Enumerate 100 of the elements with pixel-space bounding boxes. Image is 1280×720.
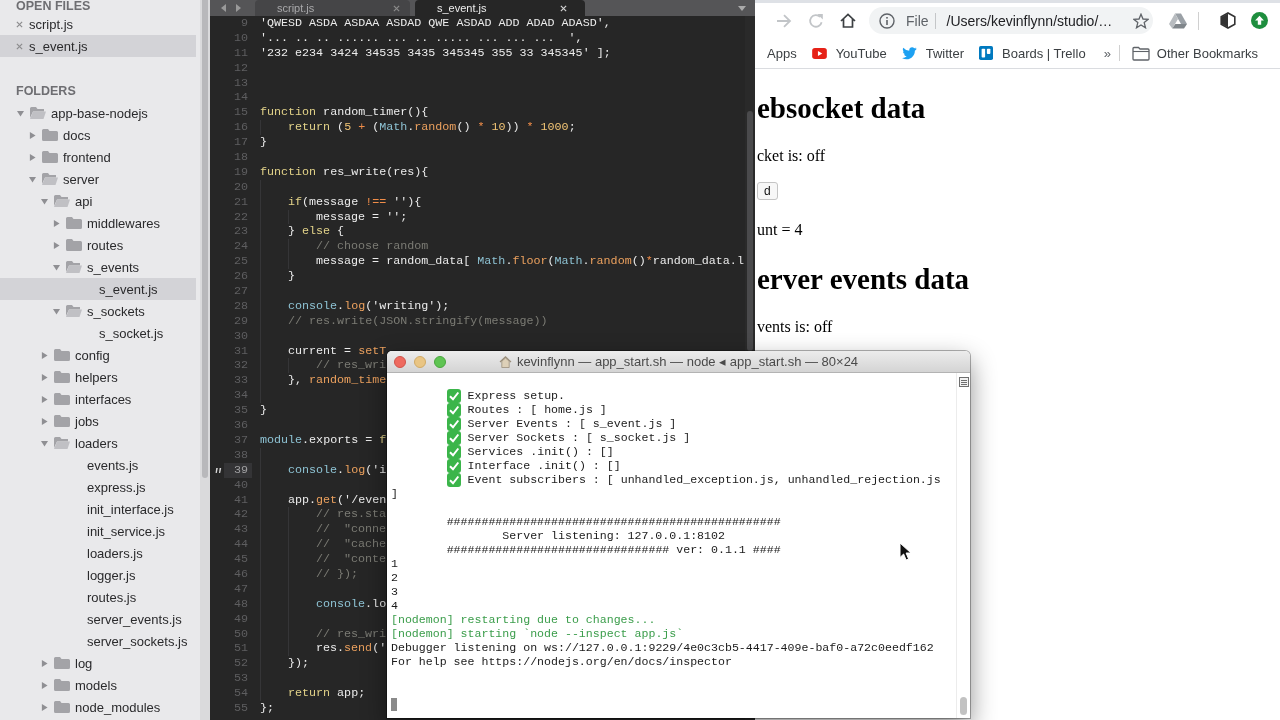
- terminal-line: 1: [391, 557, 398, 571]
- open-file-item[interactable]: s_event.js: [0, 35, 196, 57]
- folder-item[interactable]: interfaces: [0, 388, 196, 410]
- file-item[interactable]: server_events.js: [0, 608, 196, 630]
- line-number: 41: [232, 492, 249, 508]
- address-bar[interactable]: File /Users/kevinflynn/studio/…: [869, 7, 1153, 34]
- code-line: });: [288, 656, 310, 672]
- code-line: function random_timer(){: [260, 105, 429, 121]
- file-item[interactable]: s_event.js: [0, 278, 196, 300]
- bookmark[interactable]: Boards | Trello: [979, 45, 1086, 61]
- split-pane-icon[interactable]: [958, 377, 969, 387]
- folder-item[interactable]: helpers: [0, 366, 196, 388]
- zoom-button[interactable]: [434, 355, 446, 368]
- code-line: '232 e234 3424 34535 3435 345345 355 33 345345' ];: [260, 45, 611, 61]
- home-icon[interactable]: [840, 13, 856, 28]
- bookmark-folder[interactable]: Other Bookmarks: [1131, 45, 1258, 61]
- code-line: current = setT: [288, 343, 387, 359]
- caret-icon[interactable]: [29, 153, 36, 161]
- caret-icon[interactable]: [53, 219, 60, 227]
- file-item[interactable]: express.js: [0, 476, 196, 498]
- triangle-icon[interactable]: [1169, 12, 1187, 29]
- close-icon[interactable]: [560, 4, 567, 12]
- caret-icon[interactable]: [41, 681, 48, 689]
- folder-icon: [54, 415, 70, 427]
- caret-icon[interactable]: [41, 197, 48, 205]
- line-number: 10: [232, 30, 249, 46]
- folder-item[interactable]: s_events: [0, 256, 196, 278]
- line-number: 50: [232, 626, 249, 642]
- line-number: 54: [232, 686, 249, 701]
- file-item[interactable]: events.js: [0, 454, 196, 476]
- folder-item[interactable]: log: [0, 652, 196, 674]
- folder-item[interactable]: api: [0, 190, 196, 212]
- file-item[interactable]: logger.js: [0, 564, 196, 586]
- folder-item[interactable]: middlewares: [0, 212, 196, 234]
- line-number: 30: [232, 328, 249, 344]
- more-bookmarks-button[interactable]: »: [1103, 45, 1111, 61]
- caret-icon[interactable]: [738, 5, 746, 11]
- terminal-line: Server Events : [ s_event.js ]: [467, 417, 677, 431]
- file-item[interactable]: routes.js: [0, 586, 196, 608]
- caret-icon[interactable]: [41, 373, 48, 381]
- caret-icon[interactable]: [41, 703, 48, 711]
- folder-item[interactable]: loaders: [0, 432, 196, 454]
- terminal-line: Server listening: 127.0.0.1:8102: [502, 529, 725, 543]
- terminal-line: For help see https://nodejs.org/en/docs/inspector: [391, 655, 732, 669]
- folder-item[interactable]: app-base-nodejs: [0, 102, 196, 124]
- terminal-line: Event subscribers : [ unhandled_exception.js, unhandled_rejection.js: [467, 473, 941, 487]
- editor-tab[interactable]: s_event.js: [415, 0, 585, 16]
- caret-icon[interactable]: [29, 175, 36, 183]
- caret-icon[interactable]: [41, 351, 48, 359]
- right-triangle-icon[interactable]: [236, 4, 241, 12]
- bird-icon: [901, 46, 917, 60]
- scrollbar-thumb[interactable]: [202, 0, 208, 478]
- folder-item[interactable]: routes: [0, 234, 196, 256]
- open-file-item[interactable]: script.js: [0, 13, 196, 35]
- left-triangle-icon[interactable]: [221, 4, 226, 12]
- minimize-button[interactable]: [414, 355, 426, 368]
- close-button[interactable]: [394, 355, 406, 368]
- folder-item[interactable]: jobs: [0, 410, 196, 432]
- caret-icon[interactable]: [41, 439, 48, 447]
- folder-icon: [54, 701, 70, 713]
- caret-icon[interactable]: [41, 659, 48, 667]
- info-icon[interactable]: [879, 12, 895, 29]
- star-icon[interactable]: [1133, 12, 1149, 29]
- file-item[interactable]: init_service.js: [0, 520, 196, 542]
- check-icon: [446, 403, 461, 417]
- code-line: };: [260, 700, 275, 716]
- caret-icon[interactable]: [17, 109, 24, 117]
- file-item[interactable]: init_interface.js: [0, 498, 196, 520]
- caret-icon[interactable]: [29, 131, 36, 139]
- folder-item[interactable]: s_sockets: [0, 300, 196, 322]
- caret-icon[interactable]: [53, 263, 60, 271]
- scrollbar-thumb[interactable]: [960, 697, 967, 715]
- line-number: 47: [232, 581, 249, 597]
- bookmark[interactable]: YouTube: [811, 45, 887, 61]
- editor-tab[interactable]: script.js: [255, 0, 410, 16]
- file-item[interactable]: server_sockets.js: [0, 630, 196, 652]
- line-number: 24: [232, 239, 249, 255]
- folder-icon: [54, 371, 70, 383]
- code-line: }: [288, 269, 295, 285]
- folder-item[interactable]: config: [0, 344, 196, 366]
- folder-item[interactable]: frontend: [0, 146, 196, 168]
- bookmark[interactable]: Apps: [767, 45, 797, 61]
- line-number: 20: [232, 179, 249, 195]
- folder-item[interactable]: node_modules: [0, 696, 196, 718]
- caret-icon[interactable]: [41, 395, 48, 403]
- folder-item[interactable]: models: [0, 674, 196, 696]
- bookmark[interactable]: Twitter: [901, 45, 965, 61]
- hexagon-icon[interactable]: [1220, 12, 1236, 29]
- caret-icon[interactable]: [41, 417, 48, 425]
- caret-icon[interactable]: [53, 241, 60, 249]
- caret-icon[interactable]: [53, 307, 60, 315]
- folder-item[interactable]: docs: [0, 124, 196, 146]
- scrollbar-thumb[interactable]: [747, 111, 753, 351]
- folder-item[interactable]: server: [0, 168, 196, 190]
- line-number: 16: [232, 120, 249, 136]
- up-arrow-circle-icon[interactable]: [1251, 12, 1268, 29]
- file-item[interactable]: loaders.js: [0, 542, 196, 564]
- file-item[interactable]: s_socket.js: [0, 322, 196, 344]
- code-line: }: [260, 403, 267, 419]
- page-button[interactable]: d: [757, 182, 778, 200]
